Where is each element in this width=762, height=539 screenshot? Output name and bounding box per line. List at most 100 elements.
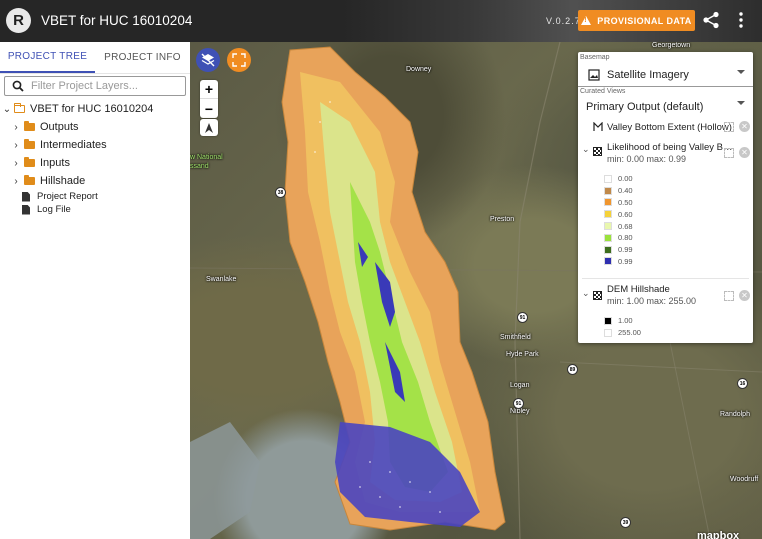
route-shield: 39 bbox=[620, 517, 631, 528]
tree-folder-label: Intermediates bbox=[40, 139, 107, 151]
legend-swatch bbox=[604, 316, 612, 325]
place-label: Georgetown bbox=[652, 42, 691, 49]
tree-folder-intermediates[interactable]: › Intermediates bbox=[0, 136, 190, 154]
legend-swatch bbox=[604, 186, 612, 195]
curated-views-select[interactable]: Primary Output (default) bbox=[578, 97, 753, 117]
remove-layer-icon[interactable]: ✕ bbox=[739, 147, 750, 158]
tree-folder-inputs[interactable]: › Inputs bbox=[0, 154, 190, 172]
app-logo[interactable]: R bbox=[6, 8, 31, 33]
layers-toggle-button[interactable] bbox=[196, 48, 220, 72]
filter-layers-field[interactable] bbox=[4, 76, 186, 96]
dropdown-caret-icon bbox=[737, 70, 745, 74]
place-label: w National bbox=[190, 154, 223, 161]
document-icon bbox=[22, 204, 30, 215]
legend-item: 0.68 bbox=[604, 220, 633, 232]
tree-folder-outputs[interactable]: › Outputs bbox=[0, 118, 190, 136]
tree-folder-hillshade[interactable]: › Hillshade bbox=[0, 172, 190, 190]
folder-icon bbox=[24, 121, 35, 131]
legend-item: 1.00 bbox=[604, 315, 641, 327]
place-label: Smithfield bbox=[500, 334, 531, 341]
filter-layers-input[interactable] bbox=[31, 80, 181, 92]
curated-views-value: Primary Output (default) bbox=[586, 101, 704, 113]
divider bbox=[582, 278, 749, 279]
legend-label: 0.80 bbox=[618, 233, 633, 243]
route-shield: 91 bbox=[517, 312, 528, 323]
zoom-to-layer-icon[interactable] bbox=[724, 291, 734, 301]
share-icon[interactable] bbox=[702, 11, 720, 29]
legend-item: 0.80 bbox=[604, 232, 633, 244]
zoom-out-button[interactable]: − bbox=[200, 99, 218, 118]
chevron-right-icon[interactable]: › bbox=[11, 176, 21, 187]
legend-label: 0.60 bbox=[618, 209, 633, 219]
polygon-outline-icon bbox=[593, 122, 603, 131]
layer-valley-bottom-likelihood[interactable]: ⌄ Likelihood of being Valley Bottom min:… bbox=[578, 140, 753, 288]
tab-project-info[interactable]: PROJECT INFO bbox=[95, 42, 190, 73]
place-label: Preston bbox=[490, 216, 515, 223]
tree-file-label: Project Report bbox=[37, 191, 98, 202]
curated-views-label: Curated Views bbox=[580, 88, 626, 95]
layer-name: Likelihood of being Valley Bottom bbox=[607, 142, 737, 153]
legend-label: 0.50 bbox=[618, 197, 633, 207]
chevron-down-icon[interactable]: ⌄ bbox=[582, 144, 590, 155]
legend-label: 0.40 bbox=[618, 186, 633, 196]
version-label: V.0.2.7 bbox=[546, 16, 581, 26]
provisional-data-button[interactable]: PROVISIONAL DATA bbox=[578, 10, 695, 31]
legend-swatch bbox=[604, 198, 612, 207]
legend-label: 0.68 bbox=[618, 221, 633, 231]
legend-swatch bbox=[604, 245, 612, 254]
basemap-select[interactable]: Satellite Imagery bbox=[578, 63, 753, 87]
chevron-right-icon[interactable]: › bbox=[11, 158, 21, 169]
zoom-in-button[interactable]: + bbox=[200, 80, 218, 99]
image-icon bbox=[588, 68, 600, 81]
layer-valley-bottom-extent[interactable]: Valley Bottom Extent (Hollow) ✕ bbox=[578, 120, 753, 136]
mapbox-attribution[interactable]: mapbox bbox=[697, 530, 739, 539]
more-vert-icon[interactable] bbox=[736, 11, 746, 29]
project-tree: ⌄ VBET for HUC 16010204 › Outputs › Inte… bbox=[0, 100, 190, 216]
legend-swatch bbox=[604, 222, 612, 231]
chevron-down-icon[interactable]: ⌄ bbox=[582, 288, 590, 299]
legend-item: 0.50 bbox=[604, 197, 633, 209]
place-label: Logan bbox=[510, 382, 530, 389]
zoom-to-layer-icon[interactable] bbox=[724, 122, 734, 132]
folder-icon bbox=[24, 175, 35, 185]
layer-panel: Basemap Satellite Imagery Curated Views … bbox=[578, 52, 753, 343]
chevron-down-icon[interactable]: ⌄ bbox=[2, 104, 12, 115]
zoom-to-layer-icon[interactable] bbox=[724, 148, 734, 158]
tree-root[interactable]: ⌄ VBET for HUC 16010204 bbox=[0, 100, 190, 118]
fullscreen-button[interactable] bbox=[227, 48, 251, 72]
place-label: Downey bbox=[406, 66, 432, 73]
folder-open-icon bbox=[14, 103, 25, 113]
folder-icon bbox=[24, 157, 35, 167]
layer-dem-hillshade[interactable]: ⌄ DEM Hillshade min: 1.00 max: 255.00 ✕ … bbox=[578, 281, 753, 341]
basemap-label: Basemap bbox=[580, 54, 610, 61]
tree-folder-label: Inputs bbox=[40, 157, 70, 169]
layer-legend: 1.00 255.00 bbox=[604, 315, 641, 339]
layer-name: DEM Hillshade bbox=[607, 284, 670, 295]
tab-project-tree[interactable]: PROJECT TREE bbox=[0, 42, 95, 73]
place-label: Hyde Park bbox=[506, 351, 539, 358]
legend-item: 0.40 bbox=[604, 185, 633, 197]
legend-swatch bbox=[604, 174, 612, 183]
compass-button[interactable] bbox=[200, 119, 218, 136]
legend-swatch bbox=[604, 257, 612, 266]
legend-label: 0.99 bbox=[618, 256, 633, 266]
legend-label: 255.00 bbox=[618, 328, 641, 338]
legend-item: 255.00 bbox=[604, 327, 641, 339]
zoom-control: + − bbox=[200, 80, 218, 118]
chevron-right-icon[interactable]: › bbox=[11, 122, 21, 133]
remove-layer-icon[interactable]: ✕ bbox=[739, 290, 750, 301]
tree-file-log[interactable]: Log File bbox=[0, 203, 190, 216]
remove-layer-icon[interactable]: ✕ bbox=[739, 121, 750, 132]
sidebar-tabs: PROJECT TREE PROJECT INFO bbox=[0, 42, 190, 74]
place-label: Nibley bbox=[510, 408, 530, 415]
legend-swatch bbox=[604, 210, 612, 219]
layer-range: min: 1.00 max: 255.00 bbox=[607, 296, 697, 306]
folder-icon bbox=[24, 139, 35, 149]
provisional-label: PROVISIONAL DATA bbox=[597, 15, 692, 26]
raster-icon bbox=[593, 147, 602, 156]
chevron-right-icon[interactable]: › bbox=[11, 140, 21, 151]
legend-item: 0.99 bbox=[604, 244, 633, 256]
tree-file-project-report[interactable]: Project Report bbox=[0, 190, 190, 203]
legend-swatch bbox=[604, 328, 612, 337]
search-icon bbox=[5, 80, 31, 92]
